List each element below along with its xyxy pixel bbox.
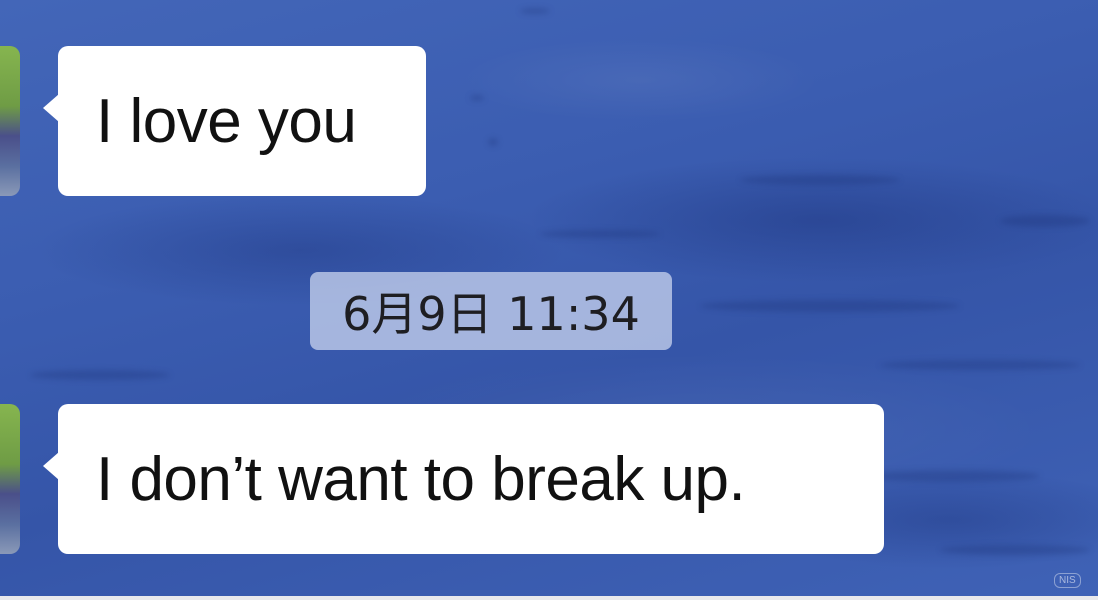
water-ripple — [940, 545, 1090, 555]
water-ripple — [1000, 215, 1090, 227]
contact-avatar[interactable] — [0, 46, 20, 196]
message-bubble[interactable]: I love you — [43, 46, 426, 196]
water-ripple — [740, 175, 900, 185]
water-ripple — [880, 360, 1080, 370]
message-bubble[interactable]: I don’t want to break up. — [43, 404, 884, 554]
contact-avatar[interactable] — [0, 404, 20, 554]
water-ripple — [30, 370, 170, 380]
timestamp-text: 6月9日 11:34 — [342, 287, 640, 341]
timestamp-divider: 6月9日 11:34 — [310, 272, 672, 350]
water-ripple — [540, 230, 660, 238]
bottom-divider — [0, 596, 1098, 600]
water-ripple — [470, 95, 484, 101]
watermark-logo: NIS — [1054, 573, 1081, 588]
water-ripple — [520, 8, 550, 14]
message-text: I love you — [96, 86, 357, 156]
message-text: I don’t want to break up. — [96, 444, 746, 514]
water-ripple — [860, 470, 1040, 482]
water-ripple — [488, 138, 498, 146]
water-ripple — [700, 300, 960, 312]
